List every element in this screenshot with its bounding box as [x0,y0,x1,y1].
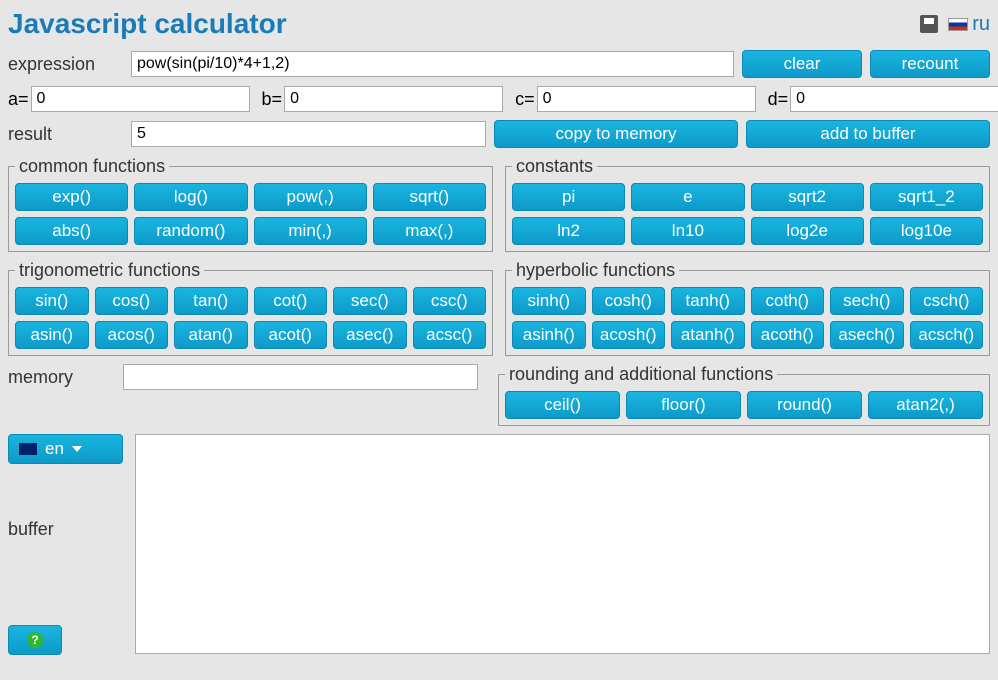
trig-functions-fieldset: trigonometric functions sin()cos()tan()c… [8,260,493,356]
common-functions-fieldset: common functions exp()log()pow(,)sqrt() a… [8,156,493,252]
fn-button-min[interactable]: min(,) [254,217,367,245]
lang-ru-link[interactable]: ru [948,13,990,36]
const-button-sqrt2[interactable]: sqrt2 [751,183,864,211]
fn-button-sech[interactable]: sech() [830,287,904,315]
save-icon[interactable] [920,15,938,33]
copy-to-memory-button[interactable]: copy to memory [494,120,738,148]
buffer-textarea[interactable] [135,434,990,654]
language-select[interactable]: en [8,434,123,464]
clear-button[interactable]: clear [742,50,862,78]
fn-button-acosh[interactable]: acosh() [592,321,666,349]
lang-label: en [45,439,64,459]
fn-button-random[interactable]: random() [134,217,247,245]
fn-button-tanh[interactable]: tanh() [671,287,745,315]
fn-button-acos[interactable]: acos() [95,321,169,349]
result-input[interactable] [131,121,486,147]
fn-button-ceil[interactable]: ceil() [505,391,620,419]
fn-button-sin[interactable]: sin() [15,287,89,315]
help-button[interactable]: ? [8,625,62,655]
var-b-input[interactable] [284,86,503,112]
fn-button-atanh[interactable]: atanh() [671,321,745,349]
fn-button-asec[interactable]: asec() [333,321,407,349]
fn-button-log[interactable]: log() [134,183,247,211]
hyper-functions-fieldset: hyperbolic functions sinh()cosh()tanh()c… [505,260,990,356]
var-c-input[interactable] [537,86,756,112]
memory-label: memory [8,367,123,388]
flag-ru-icon [948,18,968,31]
var-c-label: c= [515,89,535,110]
fn-button-cosh[interactable]: cosh() [592,287,666,315]
const-button-e[interactable]: e [631,183,744,211]
fn-button-asech[interactable]: asech() [830,321,904,349]
common-functions-legend: common functions [15,156,169,177]
fn-button-exp[interactable]: exp() [15,183,128,211]
fn-button-acot[interactable]: acot() [254,321,328,349]
help-icon: ? [27,632,43,648]
const-button-sqrt1_2[interactable]: sqrt1_2 [870,183,983,211]
fn-button-round[interactable]: round() [747,391,862,419]
fn-button-atan2[interactable]: atan2(,) [868,391,983,419]
fn-button-acsc[interactable]: acsc() [413,321,487,349]
chevron-down-icon [72,446,82,452]
fn-button-sqrt[interactable]: sqrt() [373,183,486,211]
fn-button-sec[interactable]: sec() [333,287,407,315]
fn-button-cot[interactable]: cot() [254,287,328,315]
expression-input[interactable] [131,51,734,77]
page-title: Javascript calculator [8,8,287,40]
const-button-log10e[interactable]: log10e [870,217,983,245]
add-to-buffer-button[interactable]: add to buffer [746,120,990,148]
hyper-functions-legend: hyperbolic functions [512,260,679,281]
flag-gb-icon [19,443,37,455]
buffer-label: buffer [8,519,123,540]
var-b-label: b= [262,89,283,110]
constants-fieldset: constants piesqrt2sqrt1_2 ln2ln10log2elog… [505,156,990,252]
rounding-fieldset: rounding and additional functions ceil()… [498,364,990,426]
fn-button-csch[interactable]: csch() [910,287,984,315]
const-button-ln2[interactable]: ln2 [512,217,625,245]
fn-button-pow[interactable]: pow(,) [254,183,367,211]
constants-legend: constants [512,156,597,177]
fn-button-abs[interactable]: abs() [15,217,128,245]
memory-input[interactable] [123,364,478,390]
fn-button-acsch[interactable]: acsch() [910,321,984,349]
trig-functions-legend: trigonometric functions [15,260,204,281]
ru-label: ru [972,13,990,36]
fn-button-floor[interactable]: floor() [626,391,741,419]
var-d-input[interactable] [790,86,998,112]
fn-button-atan[interactable]: atan() [174,321,248,349]
const-button-ln10[interactable]: ln10 [631,217,744,245]
fn-button-asinh[interactable]: asinh() [512,321,586,349]
var-a-label: a= [8,89,29,110]
var-d-label: d= [768,89,789,110]
fn-button-asin[interactable]: asin() [15,321,89,349]
expression-label: expression [8,54,123,75]
fn-button-csc[interactable]: csc() [413,287,487,315]
rounding-legend: rounding and additional functions [505,364,777,385]
recount-button[interactable]: recount [870,50,990,78]
fn-button-cos[interactable]: cos() [95,287,169,315]
fn-button-tan[interactable]: tan() [174,287,248,315]
const-button-pi[interactable]: pi [512,183,625,211]
fn-button-max[interactable]: max(,) [373,217,486,245]
fn-button-coth[interactable]: coth() [751,287,825,315]
fn-button-acoth[interactable]: acoth() [751,321,825,349]
const-button-log2e[interactable]: log2e [751,217,864,245]
fn-button-sinh[interactable]: sinh() [512,287,586,315]
result-label: result [8,124,123,145]
var-a-input[interactable] [31,86,250,112]
